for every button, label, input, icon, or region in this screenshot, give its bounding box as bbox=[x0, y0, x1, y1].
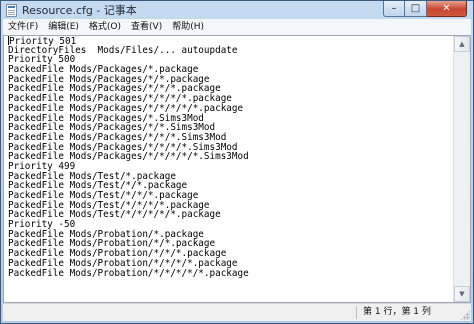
menu-edit[interactable]: 编辑(E) bbox=[43, 19, 84, 35]
menu-help[interactable]: 帮助(H) bbox=[167, 19, 209, 35]
text-area[interactable]: Priority 501 DirectoryFiles Mods/Files/..… bbox=[4, 36, 454, 302]
notepad-icon[interactable] bbox=[6, 3, 17, 17]
resize-grip-icon[interactable] bbox=[460, 310, 470, 320]
close-button[interactable]: ✕ bbox=[427, 1, 467, 17]
window-title: Resource.cfg - 记事本 bbox=[22, 4, 137, 17]
menu-view[interactable]: 查看(V) bbox=[126, 19, 167, 35]
scroll-up-button[interactable]: ▲ bbox=[454, 36, 470, 52]
scroll-down-button[interactable]: ▼ bbox=[454, 286, 470, 302]
menu-format[interactable]: 格式(O) bbox=[84, 19, 126, 35]
status-divider bbox=[356, 306, 357, 319]
maximize-button[interactable]: □ bbox=[405, 1, 427, 17]
cursor-position: 第 1 行，第 1 列 bbox=[363, 307, 431, 317]
title-bar[interactable]: Resource.cfg - 记事本 – □ ✕ bbox=[1, 1, 473, 19]
window-controls: – □ ✕ bbox=[383, 1, 467, 18]
text-line: PackedFile Mods/Probation/*/*/*/*/*.pack… bbox=[8, 267, 249, 279]
text-editor[interactable]: Priority 501 DirectoryFiles Mods/Files/..… bbox=[3, 35, 471, 303]
minimize-button[interactable]: – bbox=[383, 1, 405, 17]
vertical-scrollbar[interactable]: ▲ ▼ bbox=[453, 36, 470, 302]
menu-file[interactable]: 文件(F) bbox=[3, 19, 43, 35]
menu-bar: 文件(F) 编辑(E) 格式(O) 查看(V) 帮助(H) bbox=[3, 19, 471, 36]
notepad-window: Resource.cfg - 记事本 – □ ✕ 文件(F) 编辑(E) 格式(… bbox=[0, 0, 474, 324]
status-bar: 第 1 行，第 1 列 bbox=[3, 303, 471, 321]
